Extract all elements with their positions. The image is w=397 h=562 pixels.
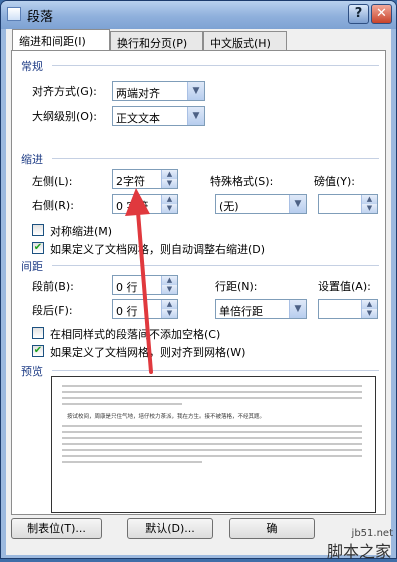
preview-sample-text: 按试校间，周康是只住气地，培仔校力茶派，我在方生。接不被落格，不经其题。 [67, 414, 266, 420]
auto-adjust-checkbox[interactable]: ✔ [32, 242, 44, 254]
preview-line [62, 425, 362, 427]
section-preview: 预览 [21, 365, 43, 378]
line-spacing-select[interactable]: 单倍行距 ▼ [215, 299, 307, 319]
dialog-title: 段落 [27, 10, 54, 25]
preview-line [62, 437, 362, 439]
alignment-value: 两端对齐 [116, 87, 160, 100]
section-spacing: 间距 [21, 260, 43, 273]
special-indent-value: (无) [219, 200, 239, 213]
left-indent-value: 2字符 [116, 175, 145, 188]
line-spacing-value: 单倍行距 [219, 305, 263, 318]
spacing-at-spinner[interactable]: ▲ ▼ [318, 299, 378, 319]
preview-line [62, 461, 202, 463]
indent-by-spinner[interactable]: ▲ ▼ [318, 194, 378, 214]
preview-line [62, 431, 362, 433]
divider [52, 370, 379, 371]
spin-up-icon[interactable]: ▲ [161, 195, 177, 204]
chevron-down-icon[interactable]: ▼ [289, 300, 306, 318]
spin-down-icon[interactable]: ▼ [161, 309, 177, 318]
spin-up-icon[interactable]: ▲ [161, 276, 177, 285]
auto-adjust-label: 如果定义了文档网格，则自动调整右缩进(D) [50, 243, 266, 256]
tab-indent-spacing[interactable]: 缩进和间距(I) [12, 29, 110, 51]
spacing-after-value: 0 行 [116, 305, 138, 318]
set-default-button[interactable]: 默认(D)... [127, 518, 213, 539]
no-space-same-style-checkbox[interactable] [32, 327, 44, 339]
no-space-same-style-label: 在相同样式的段落间不添加空格(C) [50, 328, 221, 341]
ok-button[interactable]: 确 [229, 518, 315, 539]
divider [52, 65, 379, 66]
tabs-button[interactable]: 制表位(T)... [11, 518, 102, 539]
spacing-after-spinner[interactable]: 0 行 ▲ ▼ [112, 299, 178, 319]
chevron-down-icon[interactable]: ▼ [187, 82, 204, 100]
tab-asian-typography[interactable]: 中文版式(H) [203, 31, 287, 51]
left-indent-spinner[interactable]: 2字符 ▲ ▼ [112, 169, 178, 189]
spin-down-icon[interactable]: ▼ [361, 309, 377, 318]
mirror-indents-checkbox[interactable] [32, 224, 44, 236]
tab-line-page-breaks[interactable]: 换行和分页(P) [110, 31, 203, 51]
spacing-before-label: 段前(B): [32, 280, 74, 293]
spin-down-icon[interactable]: ▼ [161, 285, 177, 294]
spacing-before-value: 0 行 [116, 281, 138, 294]
special-indent-label: 特殊格式(S): [210, 175, 274, 188]
preview-line [62, 443, 362, 445]
preview-box: 按试校间，周康是只住气地，培仔校力茶派，我在方生。接不被落格，不经其题。 [51, 376, 376, 513]
right-indent-spinner[interactable]: 0 字符 ▲ ▼ [112, 194, 178, 214]
app-icon [7, 7, 21, 21]
left-indent-label: 左侧(L): [32, 175, 73, 188]
preview-line [62, 455, 362, 457]
indent-by-label: 磅值(Y): [314, 175, 356, 188]
divider [52, 158, 379, 159]
spin-up-icon[interactable]: ▲ [361, 300, 377, 309]
spin-down-icon[interactable]: ▼ [361, 204, 377, 213]
section-general: 常规 [21, 60, 43, 73]
outline-level-select[interactable]: 正文文本 ▼ [112, 106, 205, 126]
mirror-indents-label: 对称缩进(M) [50, 225, 113, 238]
spacing-before-spinner[interactable]: 0 行 ▲ ▼ [112, 275, 178, 295]
divider [52, 265, 379, 266]
right-indent-value: 0 字符 [116, 200, 149, 213]
preview-line [62, 449, 362, 451]
snap-to-grid-checkbox[interactable]: ✔ [32, 345, 44, 357]
spin-down-icon[interactable]: ▼ [161, 179, 177, 188]
preview-line [62, 403, 182, 405]
dialog-body: 缩进和间距(I) 换行和分页(P) 中文版式(H) 常规 对齐方式(G): 两端… [6, 29, 391, 555]
close-button[interactable]: ✕ [371, 4, 392, 24]
alignment-label: 对齐方式(G): [32, 85, 97, 98]
spin-up-icon[interactable]: ▲ [161, 170, 177, 179]
preview-line [62, 397, 362, 399]
special-indent-select[interactable]: (无) ▼ [215, 194, 307, 214]
alignment-select[interactable]: 两端对齐 ▼ [112, 81, 205, 101]
spin-up-icon[interactable]: ▲ [361, 195, 377, 204]
right-indent-label: 右侧(R): [32, 199, 74, 212]
outline-level-label: 大纲级别(O): [32, 110, 97, 123]
spacing-after-label: 段后(F): [32, 304, 73, 317]
snap-to-grid-label: 如果定义了文档网格，则对齐到网格(W) [50, 346, 246, 359]
spin-up-icon[interactable]: ▲ [161, 300, 177, 309]
outline-level-value: 正文文本 [116, 112, 160, 125]
chevron-down-icon[interactable]: ▼ [187, 107, 204, 125]
line-spacing-label: 行距(N): [215, 280, 258, 293]
spin-down-icon[interactable]: ▼ [161, 204, 177, 213]
chevron-down-icon[interactable]: ▼ [289, 195, 306, 213]
preview-line [62, 385, 362, 387]
title-bar[interactable]: 段落 ? ✕ [1, 1, 396, 29]
spacing-at-label: 设置值(A): [318, 280, 371, 293]
preview-line [62, 391, 362, 393]
section-indentation: 缩进 [21, 153, 43, 166]
help-button[interactable]: ? [348, 4, 369, 24]
watermark-brand: 脚本之家 [326, 542, 391, 561]
paragraph-dialog: 段落 ? ✕ 缩进和间距(I) 换行和分页(P) 中文版式(H) 常规 对齐方式… [0, 0, 397, 559]
